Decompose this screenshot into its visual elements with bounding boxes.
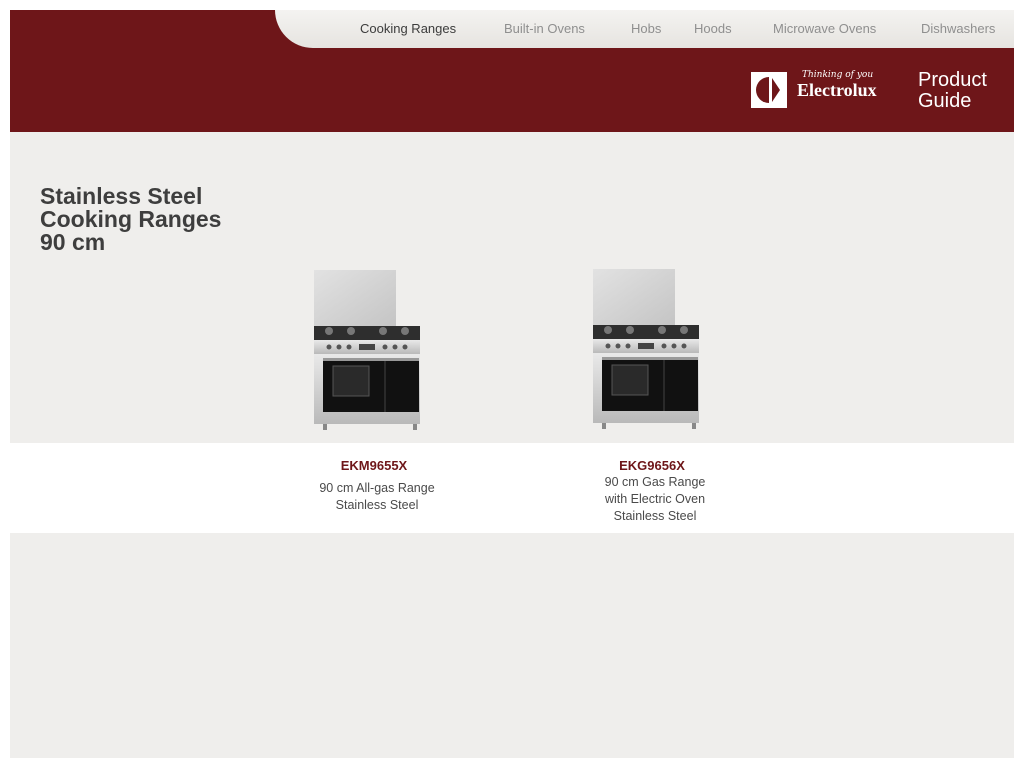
product-model-ekg9656x[interactable]: EKG9656X bbox=[602, 458, 702, 473]
nav-built-in-ovens[interactable]: Built-in Ovens bbox=[504, 21, 585, 36]
electrolux-logo-icon bbox=[751, 72, 787, 108]
product-model-ekm9655x[interactable]: EKM9655X bbox=[324, 458, 424, 473]
product-description-line: with Electric Oven bbox=[604, 492, 706, 506]
page-title: Stainless Steel Cooking Ranges 90 cm bbox=[40, 185, 221, 254]
product-description: 90 cm All-gas Range Stainless Steel bbox=[302, 480, 452, 514]
brand-wordmark: Electrolux bbox=[797, 80, 877, 100]
brand-tagline: Thinking of you bbox=[802, 70, 874, 80]
product-description-line: Stainless Steel bbox=[613, 509, 697, 523]
header-banner: Cooking Ranges Built-in Ovens Hobs Hoods… bbox=[10, 10, 1014, 132]
product-image-ekg9656x[interactable] bbox=[590, 269, 702, 434]
product-description-line: Stainless Steel bbox=[335, 498, 419, 512]
nav-hoods[interactable]: Hoods bbox=[694, 21, 732, 36]
product-guide-label: Product bbox=[918, 69, 987, 91]
product-image-ekm9655x[interactable] bbox=[311, 270, 423, 435]
product-description-line: 90 cm All-gas Range bbox=[319, 481, 435, 495]
product-info-band bbox=[10, 443, 1014, 533]
nav-dishwashers[interactable]: Dishwashers bbox=[921, 21, 995, 36]
nav-cooking-ranges[interactable]: Cooking Ranges bbox=[360, 21, 456, 36]
product-description-line: 90 cm Gas Range bbox=[604, 475, 706, 489]
nav-microwave-ovens[interactable]: Microwave Ovens bbox=[773, 21, 876, 36]
product-description: 90 cm Gas Range with Electric Oven Stain… bbox=[580, 474, 730, 525]
nav-hobs[interactable]: Hobs bbox=[631, 21, 661, 36]
page-frame: Cooking Ranges Built-in Ovens Hobs Hoods… bbox=[10, 10, 1014, 758]
top-nav: Cooking Ranges Built-in Ovens Hobs Hoods… bbox=[275, 10, 1014, 48]
product-guide-label-line2: Guide bbox=[918, 90, 972, 112]
page-title-line: Stainless Steel bbox=[40, 183, 203, 209]
page-title-line: Cooking Ranges bbox=[40, 206, 222, 232]
page-title-line: 90 cm bbox=[40, 229, 106, 255]
